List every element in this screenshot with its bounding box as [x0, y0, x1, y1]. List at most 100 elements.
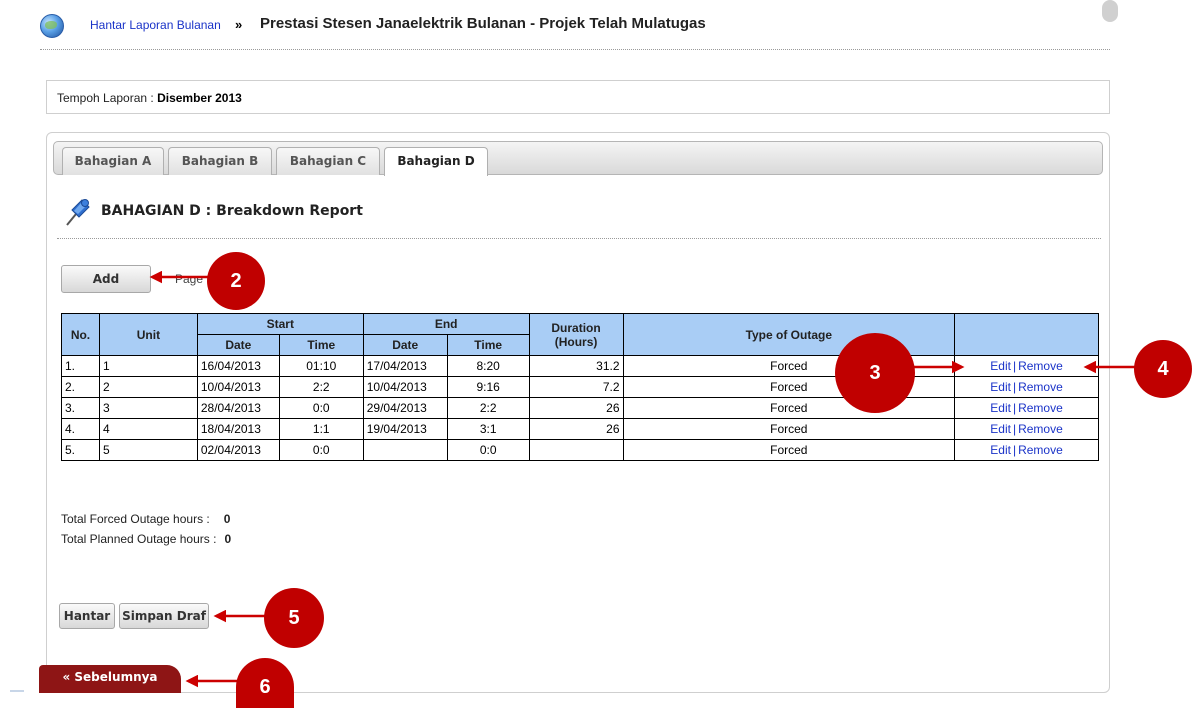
cell-end-time: 9:16 — [446, 376, 530, 398]
cell-no: 3. — [61, 397, 100, 419]
cell-start-time: 0:0 — [278, 397, 364, 419]
submit-button[interactable]: Hantar — [59, 603, 115, 629]
report-period: Tempoh Laporan : Disember 2013 — [46, 80, 1110, 114]
edit-link[interactable]: Edit — [990, 422, 1011, 436]
edit-link[interactable]: Edit — [990, 401, 1011, 415]
cell-start-time: 1:1 — [278, 418, 364, 440]
callout-5: 5 — [264, 588, 324, 648]
breadcrumb-link[interactable]: Hantar Laporan Bulanan — [90, 18, 221, 32]
cell-unit: 1 — [98, 355, 198, 377]
header-duration-label: Duration — [551, 320, 601, 335]
total-forced: Total Forced Outage hours : 0 — [61, 509, 231, 529]
remove-link[interactable]: Remove — [1018, 359, 1063, 373]
cell-start-time: 2:2 — [278, 376, 364, 398]
cell-no: 5. — [61, 439, 100, 461]
header-duration-unit: (Hours) — [554, 334, 598, 349]
scrollbar-thumb[interactable] — [1102, 0, 1118, 22]
total-planned: Total Planned Outage hours : 0 — [61, 529, 231, 549]
tab-bar: Bahagian A Bahagian B Bahagian C Bahagia… — [53, 141, 1103, 176]
totals: Total Forced Outage hours : 0 Total Plann… — [61, 509, 231, 549]
cell-duration: 31.2 — [528, 355, 624, 377]
callout-3: 3 — [835, 333, 915, 413]
cell-no: 1. — [61, 355, 100, 377]
pager-text: Page — [175, 272, 204, 286]
globe-icon — [40, 14, 64, 38]
cell-actions: Edit | Remove — [954, 376, 1099, 398]
cell-unit: 3 — [98, 397, 198, 419]
cell-end-date — [362, 439, 448, 461]
cell-type: Forced — [622, 397, 956, 419]
tab-bahagian-b[interactable]: Bahagian B — [168, 147, 272, 175]
header-end-time: Time — [446, 334, 530, 356]
remove-link[interactable]: Remove — [1018, 401, 1063, 415]
cell-duration: 26 — [528, 418, 624, 440]
table-row: 3. 3 28/04/2013 0:0 29/04/2013 2:2 26 Fo… — [61, 397, 1099, 419]
cell-end-time: 0:0 — [446, 439, 530, 461]
main-panel: Bahagian A Bahagian B Bahagian C Bahagia… — [39, 132, 1110, 693]
callout-2: 2 — [207, 252, 265, 310]
table-row: 2. 2 10/04/2013 2:2 10/04/2013 9:16 7.2 … — [61, 376, 1099, 398]
total-planned-label: Total Planned Outage hours : — [61, 532, 217, 546]
header-no: No. — [61, 313, 100, 356]
cell-duration — [528, 439, 624, 461]
cell-no: 4. — [61, 418, 100, 440]
cell-start-time: 01:10 — [278, 355, 364, 377]
cell-duration: 7.2 — [528, 376, 624, 398]
corner-marker — [10, 690, 24, 692]
cell-type: Forced — [622, 439, 956, 461]
table-row: 4. 4 18/04/2013 1:1 19/04/2013 3:1 26 Fo… — [61, 418, 1099, 440]
cell-end-date: 17/04/2013 — [362, 355, 448, 377]
cell-actions: Edit | Remove — [954, 418, 1099, 440]
header-start-date: Date — [196, 334, 280, 356]
total-forced-value: 0 — [223, 512, 231, 526]
header-start-time: Time — [278, 334, 364, 356]
header-end: End — [362, 313, 530, 335]
tab-bahagian-d[interactable]: Bahagian D — [384, 147, 488, 176]
total-forced-label: Total Forced Outage hours : — [61, 512, 210, 526]
cell-start-time: 0:0 — [278, 439, 364, 461]
cell-start-date: 16/04/2013 — [196, 355, 280, 377]
cell-end-time: 2:2 — [446, 397, 530, 419]
header-unit: Unit — [98, 313, 198, 356]
header-actions — [954, 313, 1099, 356]
total-planned-value: 0 — [224, 532, 232, 546]
cell-end-time: 8:20 — [446, 355, 530, 377]
cell-type: Forced — [622, 418, 956, 440]
cell-unit: 2 — [98, 376, 198, 398]
previous-button[interactable]: « Sebelumnya — [39, 665, 181, 693]
cell-end-date: 29/04/2013 — [362, 397, 448, 419]
section-title: BAHAGIAN D : Breakdown Report — [101, 203, 363, 219]
breadcrumb-separator: » — [235, 17, 243, 32]
save-draft-button[interactable]: Simpan Draf — [119, 603, 209, 629]
edit-link[interactable]: Edit — [990, 443, 1011, 457]
header-duration: Duration (Hours) — [528, 313, 624, 356]
header-start: Start — [196, 313, 364, 335]
edit-link[interactable]: Edit — [990, 359, 1011, 373]
cell-actions: Edit | Remove — [954, 439, 1099, 461]
cell-end-date: 10/04/2013 — [362, 376, 448, 398]
edit-link[interactable]: Edit — [990, 380, 1011, 394]
cell-start-date: 02/04/2013 — [196, 439, 280, 461]
report-period-value: Disember 2013 — [157, 91, 242, 105]
page-title: Prestasi Stesen Janaelektrik Bulanan - P… — [260, 15, 706, 32]
breadcrumb: Hantar Laporan Bulanan » Prestasi Stesen… — [40, 10, 1110, 50]
cell-duration: 26 — [528, 397, 624, 419]
report-period-label: Tempoh Laporan : — [57, 91, 158, 105]
callout-4: 4 — [1134, 340, 1192, 398]
cell-actions: Edit | Remove — [954, 355, 1099, 377]
table-row: 5. 5 02/04/2013 0:0 0:0 Forced Edit | Remo… — [61, 439, 1099, 461]
tab-bahagian-a[interactable]: Bahagian A — [62, 147, 164, 175]
remove-link[interactable]: Remove — [1018, 380, 1063, 394]
pushpin-icon — [66, 199, 90, 226]
remove-link[interactable]: Remove — [1018, 422, 1063, 436]
cell-no: 2. — [61, 376, 100, 398]
cell-start-date: 10/04/2013 — [196, 376, 280, 398]
add-button[interactable]: Add — [61, 265, 151, 293]
tab-bahagian-c[interactable]: Bahagian C — [276, 147, 380, 175]
breakdown-table: No. Unit Start End Duration (Hours) Type… — [61, 313, 1099, 461]
remove-link[interactable]: Remove — [1018, 443, 1063, 457]
header-end-date: Date — [362, 334, 448, 356]
cell-end-date: 19/04/2013 — [362, 418, 448, 440]
cell-start-date: 18/04/2013 — [196, 418, 280, 440]
cell-unit: 5 — [98, 439, 198, 461]
